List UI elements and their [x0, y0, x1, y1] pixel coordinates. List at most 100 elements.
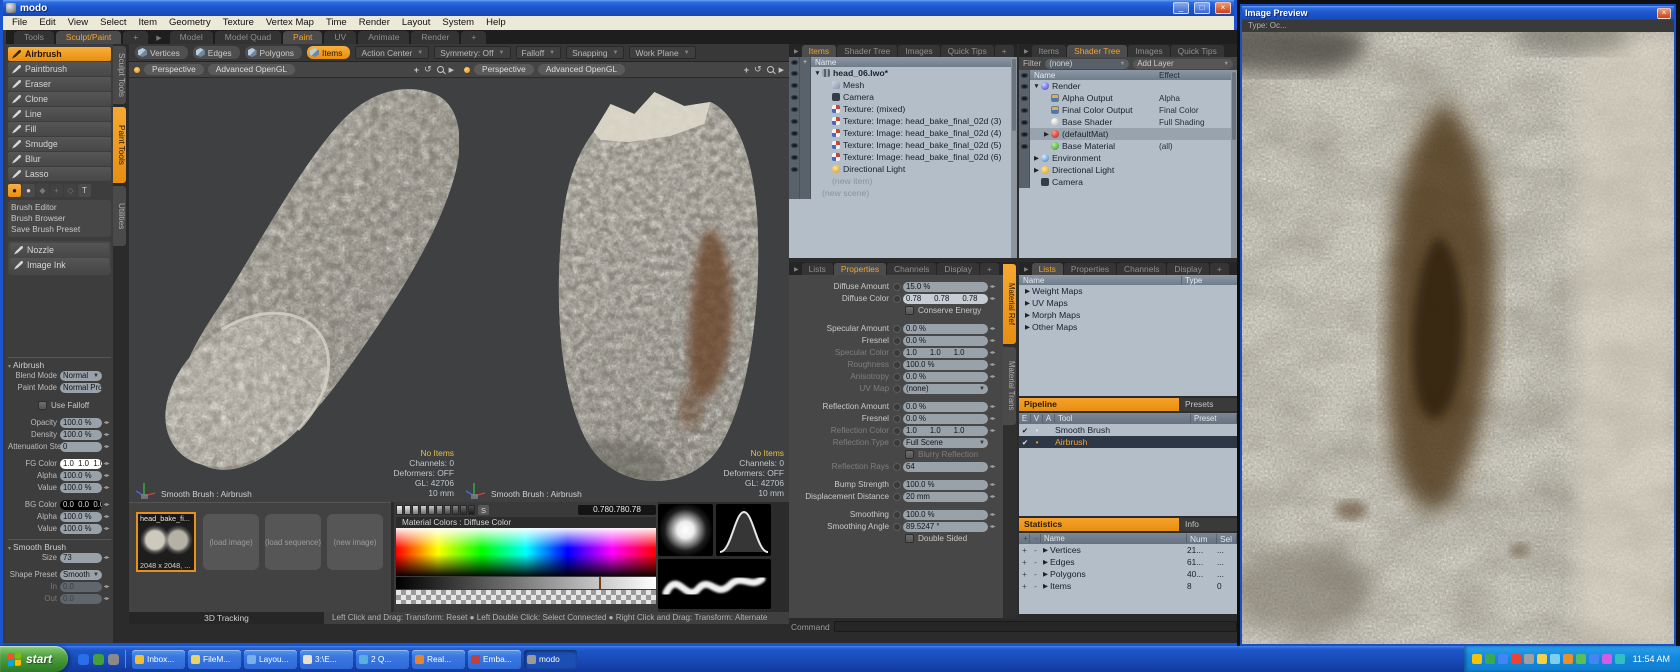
viewport-widget-icon[interactable]	[464, 67, 470, 73]
tool-blur[interactable]: Blur	[8, 152, 111, 166]
stepper-icon[interactable]: ◂▸	[102, 554, 111, 561]
stepper-icon[interactable]: ◂▸	[988, 511, 997, 518]
maps-row-other-maps[interactable]: ▶Other Maps	[1019, 321, 1237, 333]
eye-cell[interactable]	[1019, 80, 1030, 92]
stepper-icon[interactable]: ◂▸	[102, 460, 111, 467]
channel-toggle-icon[interactable]	[893, 325, 901, 333]
channel-toggle-icon[interactable]	[893, 385, 901, 393]
tray-icon-0[interactable]	[1472, 654, 1482, 664]
field-density[interactable]: 100.0 %	[60, 430, 102, 440]
stepper-icon[interactable]: ◂▸	[102, 501, 111, 508]
field-displacement-distance[interactable]: 20 mm	[903, 492, 988, 502]
field-reflection-amount[interactable]: 0.0 %	[903, 402, 988, 412]
stepper-icon[interactable]: ◂▸	[102, 419, 111, 426]
stepper-icon[interactable]: ◂▸	[102, 583, 111, 590]
props-tab-display[interactable]: Display	[937, 263, 978, 275]
tree-row-camera[interactable]: Camera	[1019, 176, 1237, 188]
tree-row-base-shader[interactable]: Base ShaderFull Shading	[1019, 116, 1237, 128]
expand-plus-icon[interactable]: +	[1019, 558, 1030, 567]
checkbox-use-falloff[interactable]	[38, 401, 47, 410]
image-thumbnail[interactable]: head_bake_fi... 2048 x 2048, ...	[136, 512, 196, 572]
viewport-left-canvas[interactable]: Smooth Brush : Airbrush No ItemsChannels…	[129, 78, 459, 502]
enabled-check-icon[interactable]: ✔	[1019, 426, 1031, 435]
tray-icon-6[interactable]	[1550, 654, 1560, 664]
field-fg-color[interactable]: 1.0 1.0 1.0	[60, 459, 102, 469]
eye-icon[interactable]	[791, 107, 798, 112]
eye-cell[interactable]	[1019, 104, 1030, 116]
expander-icon[interactable]: ▶	[1041, 582, 1050, 590]
tree-row-final-color-output[interactable]: Final Color OutputFinal Color	[1019, 104, 1237, 116]
tool-lasso[interactable]: Lasso	[8, 167, 111, 181]
gray-preset-swatch-3[interactable]	[420, 505, 427, 515]
shader-tab-quick-tips[interactable]: Quick Tips	[1171, 45, 1224, 57]
tree-row-new-scene[interactable]: (new scene)	[789, 187, 1017, 199]
tree-row-new-item[interactable]: (new item)	[789, 175, 1017, 187]
lists-tab-properties[interactable]: Properties	[1064, 263, 1116, 275]
link-save-brush-preset[interactable]: Save Brush Preset	[11, 224, 108, 235]
section-arrow-icon[interactable]: ▾	[8, 546, 11, 552]
channel-toggle-icon[interactable]	[893, 493, 901, 501]
link-brush-browser[interactable]: Brush Browser	[11, 213, 108, 224]
field-alpha[interactable]: 100.0 %	[60, 512, 102, 522]
menu-view[interactable]: View	[62, 16, 94, 30]
items-tab-x[interactable]: +	[995, 45, 1014, 57]
field-fresnel[interactable]: 0.0 %	[903, 414, 988, 424]
quick-launch-icon-2[interactable]	[108, 654, 119, 665]
menu-edit[interactable]: Edit	[33, 16, 61, 30]
layout-tab-model-quad[interactable]: Model Quad	[215, 31, 281, 44]
add-layer-button[interactable]: Add Layer▼	[1133, 59, 1233, 69]
preview-titlebar[interactable]: Image Preview ×	[1242, 6, 1674, 20]
gray-preset-swatch-2[interactable]	[412, 505, 419, 515]
eye-icon[interactable]	[1021, 84, 1028, 89]
stepper-icon[interactable]: ◂▸	[988, 481, 997, 488]
toolbar-dropdown-snapping[interactable]: Snapping▼	[566, 46, 624, 59]
props-tab-channels[interactable]: Channels	[887, 263, 936, 275]
props-tab-x[interactable]: +	[980, 263, 999, 275]
pipeline-row-airbrush[interactable]: ✔•Airbrush	[1019, 436, 1237, 448]
channel-toggle-icon[interactable]	[893, 439, 901, 447]
layout-tab-model[interactable]: Model	[170, 31, 213, 44]
eye-icon[interactable]	[1021, 144, 1028, 149]
tree-row-defaultmat[interactable]: ▶(defaultMat)	[1019, 128, 1237, 140]
layout-tab-paint[interactable]: Paint	[283, 31, 322, 44]
gray-preset-swatch-8[interactable]	[460, 505, 467, 515]
menu-geometry[interactable]: Geometry	[163, 16, 217, 30]
side-tab-material-trans[interactable]: Material Trans	[1003, 347, 1016, 425]
eye-cell[interactable]	[789, 103, 800, 115]
toolbar-dropdown-falloff[interactable]: Falloff▼	[516, 46, 562, 59]
link-brush-editor[interactable]: Brush Editor	[11, 202, 108, 213]
tool-fill[interactable]: Fill	[8, 122, 111, 136]
stepper-icon[interactable]: ◂▸	[988, 349, 997, 356]
tray-icon-3[interactable]	[1511, 654, 1521, 664]
brush-shape-1[interactable]: ●	[22, 184, 35, 197]
task-button-emba[interactable]: Emba...	[468, 650, 521, 669]
menu-system[interactable]: System	[436, 16, 480, 30]
panel-arrow-icon[interactable]: ▶	[1022, 266, 1031, 275]
preview-texture-view[interactable]	[1242, 32, 1674, 644]
tray-icon-8[interactable]	[1576, 654, 1586, 664]
mode-button-items[interactable]: Items	[307, 46, 350, 59]
tool-paintbrush[interactable]: Paintbrush	[8, 62, 111, 76]
menu-file[interactable]: File	[6, 16, 33, 30]
stepper-icon[interactable]: ◂▸	[988, 295, 997, 302]
eye-cell[interactable]	[789, 151, 800, 163]
tree-row-head-06-lwo[interactable]: ▼head_06.lwo*	[789, 67, 1017, 79]
channel-toggle-icon[interactable]	[893, 427, 901, 435]
pipeline-title[interactable]: Pipeline	[1019, 398, 1179, 411]
value-marker[interactable]	[599, 577, 601, 589]
field-value[interactable]: 100.0 %	[60, 524, 102, 534]
task-button-3-e[interactable]: 3:\E...	[300, 650, 353, 669]
items-tab-quick-tips[interactable]: Quick Tips	[941, 45, 994, 57]
stepper-icon[interactable]: ◂▸	[988, 427, 997, 434]
items-tab-images[interactable]: Images	[898, 45, 939, 57]
tool-nozzle[interactable]: Nozzle	[10, 243, 109, 257]
preview-type-label[interactable]: Type: Oc...	[1242, 20, 1674, 32]
field-attenuation-steps[interactable]: 0	[60, 442, 102, 452]
toolbar-dropdown-work-plane[interactable]: Work Plane▼	[629, 46, 695, 59]
channel-toggle-icon[interactable]	[893, 295, 901, 303]
stepper-icon[interactable]: ◂▸	[102, 443, 111, 450]
field-smoothing-angle[interactable]: 89.5247 °	[903, 522, 988, 532]
tree-row-alpha-output[interactable]: Alpha OutputAlpha	[1019, 92, 1237, 104]
viewport-type-button[interactable]: Perspective	[144, 64, 204, 75]
channel-toggle-icon[interactable]	[893, 481, 901, 489]
